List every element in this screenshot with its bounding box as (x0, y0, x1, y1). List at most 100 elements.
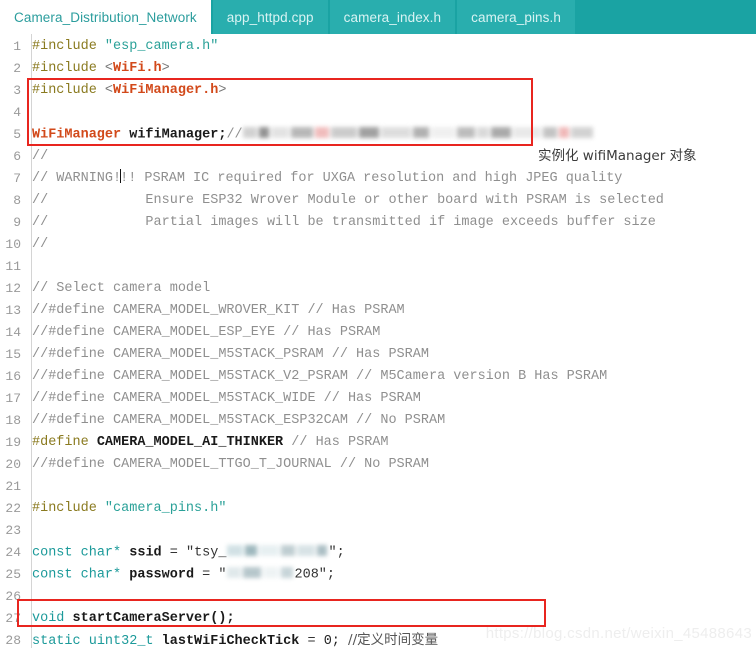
token-comment-chinese: //定义时间变量 (348, 632, 439, 648)
token-angle-open: < (104, 61, 114, 76)
token-keyword: static (32, 634, 81, 648)
line-content[interactable]: // Ensure ESP32 Wrover Module or other b… (26, 190, 664, 212)
line-content[interactable]: static uint32_t lastWiFiCheckTick = 0; /… (26, 629, 438, 648)
code-line[interactable]: 11 (0, 256, 756, 278)
token-identifier: ssid (129, 545, 162, 561)
code-line[interactable]: 17 //#define CAMERA_MODEL_M5STACK_WIDE /… (0, 388, 756, 410)
token-preprocessor: #include (32, 83, 97, 98)
line-content[interactable]: const char* password = " 208"; (26, 563, 335, 587)
token-identifier: lastWiFiCheckTick (161, 634, 300, 648)
line-number: 14 (5, 325, 21, 340)
code-line[interactable]: 5 WiFiManager wifiManager;// (0, 124, 756, 146)
code-line[interactable]: 21 (0, 476, 756, 498)
line-content[interactable]: //#define CAMERA_MODEL_WROVER_KIT // Has… (26, 300, 405, 322)
code-line[interactable]: 18 //#define CAMERA_MODEL_M5STACK_ESP32C… (0, 410, 756, 432)
code-editor[interactable]: 1 #include "esp_camera.h" 2 #include <Wi… (0, 34, 756, 648)
code-line[interactable]: 12 // Select camera model (0, 278, 756, 300)
line-content[interactable]: // (26, 234, 48, 256)
line-number: 26 (5, 589, 21, 604)
line-content[interactable]: //#define CAMERA_MODEL_M5STACK_WIDE // H… (26, 388, 421, 410)
token-operator: = (307, 634, 316, 648)
token-number: 0; (323, 634, 340, 648)
line-content[interactable]: WiFiManager wifiManager;// (26, 123, 595, 147)
code-line[interactable]: 16 //#define CAMERA_MODEL_M5STACK_V2_PSR… (0, 366, 756, 388)
token-keyword: const (32, 567, 73, 583)
code-line[interactable]: 23 (0, 520, 756, 542)
annotation-note-chinese: 实例化 wifiManager 对象 (538, 148, 697, 164)
line-number: 24 (5, 545, 21, 560)
line-content[interactable]: #define CAMERA_MODEL_AI_THINKER // Has P… (26, 432, 389, 454)
code-lines[interactable]: 1 #include "esp_camera.h" 2 #include <Wi… (0, 36, 756, 648)
tab-label: camera_pins.h (471, 9, 561, 25)
token-identifier: password (129, 567, 195, 583)
line-content[interactable]: const char* ssid = "tsy_ "; (26, 541, 345, 565)
redacted-comment-mosaic (242, 123, 595, 145)
line-number: 5 (13, 127, 21, 142)
code-line[interactable]: 3 #include <WiFiManager.h> (0, 80, 756, 102)
code-line[interactable]: 1 #include "esp_camera.h" (0, 36, 756, 58)
code-line[interactable]: 24 const char* ssid = "tsy_ "; (0, 542, 756, 564)
code-line[interactable]: 2 #include <WiFi.h> (0, 58, 756, 80)
code-line[interactable]: 26 (0, 586, 756, 608)
line-number: 8 (13, 193, 21, 208)
code-line[interactable]: 22 #include "camera_pins.h" (0, 498, 756, 520)
tab-label: app_httpd.cpp (226, 9, 314, 25)
line-content[interactable]: #include <WiFi.h> (26, 58, 170, 80)
line-number: 28 (5, 633, 21, 648)
code-line[interactable]: 25 const char* password = " 208"; (0, 564, 756, 586)
tab-camera-index-h[interactable]: camera_index.h (329, 0, 458, 34)
line-content[interactable]: //#define CAMERA_MODEL_M5STACK_V2_PSRAM … (26, 366, 607, 388)
token-preprocessor: #include (32, 39, 97, 54)
line-content[interactable]: //#define CAMERA_MODEL_TTGO_T_JOURNAL //… (26, 454, 429, 476)
editor-window: Camera_Distribution_Network app_httpd.cp… (0, 0, 756, 648)
code-line[interactable]: 19 #define CAMERA_MODEL_AI_THINKER // Ha… (0, 432, 756, 454)
code-line[interactable]: 14 //#define CAMERA_MODEL_ESP_EYE // Has… (0, 322, 756, 344)
token-keyword: char* (80, 567, 122, 583)
watermark-url: https://blog.csdn.net/weixin_45488643 (485, 625, 752, 642)
token-function: startCameraServer(); (72, 611, 235, 626)
code-line[interactable]: 20 //#define CAMERA_MODEL_TTGO_T_JOURNAL… (0, 454, 756, 476)
line-content[interactable]: // Partial images will be transmitted if… (26, 212, 656, 234)
token-keyword: char* (80, 545, 122, 561)
code-line[interactable]: 13 //#define CAMERA_MODEL_WROVER_KIT // … (0, 300, 756, 322)
tab-camera-pins-h[interactable]: camera_pins.h (457, 0, 577, 34)
line-content[interactable]: // WARNING!!! PSRAM IC required for UXGA… (26, 168, 622, 190)
token-keyword: uint32_t (88, 634, 154, 648)
line-number: 18 (5, 413, 21, 428)
line-number: 13 (5, 303, 21, 318)
line-content[interactable]: //#define CAMERA_MODEL_M5STACK_ESP32CAM … (26, 410, 445, 432)
token-angle-close: > (161, 61, 170, 76)
code-line[interactable]: 7 // WARNING!!! PSRAM IC required for UX… (0, 168, 756, 190)
token-comment: // (226, 127, 243, 143)
token-keyword: void (32, 611, 65, 626)
token-angle-close: > (218, 83, 227, 98)
code-line[interactable]: 10 // (0, 234, 756, 256)
line-content[interactable]: //#define CAMERA_MODEL_ESP_EYE // Has PS… (26, 322, 380, 344)
token-comment: !! PSRAM IC required for UXGA resolution… (120, 171, 623, 186)
line-number: 6 (13, 149, 21, 164)
line-number: 2 (13, 61, 21, 76)
code-line[interactable]: 8 // Ensure ESP32 Wrover Module or other… (0, 190, 756, 212)
token-comment: // Has PSRAM (291, 435, 389, 450)
token-operator: = (202, 567, 211, 583)
line-content[interactable]: // Select camera model (26, 278, 210, 300)
code-line[interactable]: 9 // Partial images will be transmitted … (0, 212, 756, 234)
tab-camera-distribution-network[interactable]: Camera_Distribution_Network (0, 0, 213, 34)
line-content[interactable]: // (26, 146, 48, 168)
line-content[interactable]: #include "camera_pins.h" (26, 498, 226, 520)
code-line[interactable]: 4 (0, 102, 756, 124)
tab-app-httpd-cpp[interactable]: app_httpd.cpp (212, 0, 330, 34)
token-string-prefix: "tsy_ (185, 545, 227, 561)
line-content[interactable]: #include <WiFiManager.h> (26, 80, 226, 102)
tab-label: camera_index.h (343, 9, 442, 25)
line-content[interactable]: #include "esp_camera.h" (26, 36, 218, 58)
code-line[interactable]: 15 //#define CAMERA_MODEL_M5STACK_PSRAM … (0, 344, 756, 366)
line-content[interactable]: void startCameraServer(); (26, 608, 235, 630)
redacted-password-mosaic (226, 563, 295, 585)
line-number: 12 (5, 281, 21, 296)
line-number: 7 (13, 171, 21, 186)
tab-bar-empty-space (576, 0, 756, 34)
line-content[interactable]: //#define CAMERA_MODEL_M5STACK_PSRAM // … (26, 344, 429, 366)
token-header: WiFi.h (113, 61, 162, 76)
token-string-suffix: 208"; (294, 567, 336, 583)
